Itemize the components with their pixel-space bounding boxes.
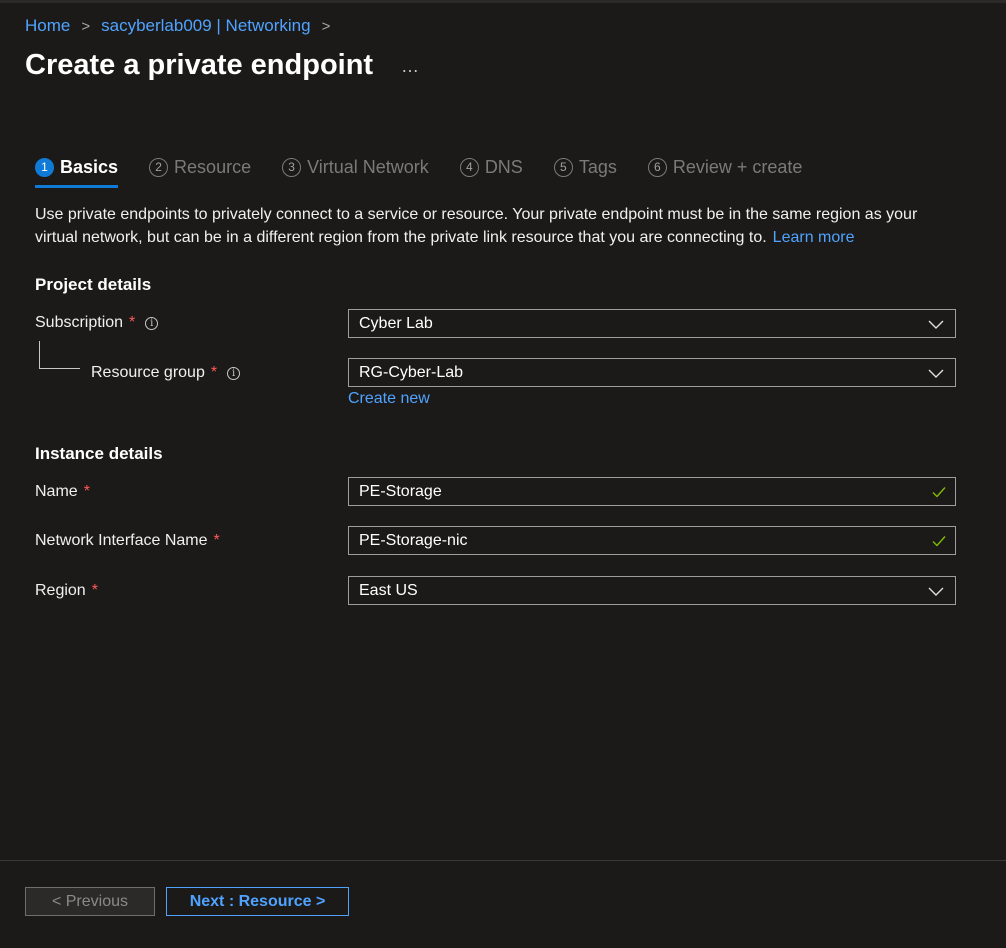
resource-group-label-text: Resource group — [91, 364, 205, 381]
network-interface-name-input[interactable]: PE-Storage-nic — [348, 526, 956, 555]
tab-basics[interactable]: 1 Basics — [35, 154, 119, 188]
previous-button[interactable]: < Previous — [25, 887, 155, 916]
region-label-text: Region — [35, 582, 86, 599]
step-number: 5 — [553, 157, 573, 177]
tab-label: Resource — [174, 156, 252, 177]
name-value: PE-Storage — [359, 482, 442, 500]
resource-group-dropdown[interactable]: RG-Cyber-Lab — [348, 358, 956, 387]
required-asterisk: * — [91, 582, 98, 599]
tab-label: Virtual Network — [307, 156, 429, 177]
required-asterisk: * — [210, 364, 218, 381]
name-label: Name * — [35, 483, 90, 501]
instance-details-heading: Instance details — [35, 444, 163, 463]
tab-label: Review + create — [672, 156, 803, 177]
step-number: 6 — [647, 157, 667, 177]
more-options-icon[interactable]: … — [401, 56, 420, 77]
top-divider — [0, 0, 1006, 3]
resource-group-value: RG-Cyber-Lab — [359, 363, 464, 381]
tab-dns[interactable]: 4 DNS — [459, 154, 523, 180]
subscription-value: Cyber Lab — [359, 314, 433, 332]
subscription-dropdown[interactable]: Cyber Lab — [348, 309, 956, 338]
project-details-heading: Project details — [35, 275, 152, 294]
nic-label: Network Interface Name * — [35, 532, 220, 550]
info-icon[interactable]: i — [145, 316, 159, 330]
info-icon[interactable]: i — [227, 366, 241, 380]
required-asterisk: * — [129, 314, 136, 331]
name-input[interactable]: PE-Storage — [348, 477, 956, 506]
region-value: East US — [359, 581, 418, 599]
breadcrumb-home[interactable]: Home — [25, 16, 70, 36]
nic-label-text: Network Interface Name — [35, 532, 208, 549]
breadcrumb: Home > sacyberlab009 | Networking > — [25, 16, 341, 36]
region-dropdown[interactable]: East US — [348, 576, 956, 605]
tab-resource[interactable]: 2 Resource — [149, 154, 251, 180]
tab-label: Tags — [578, 156, 617, 177]
tree-connector — [39, 341, 40, 368]
tab-tags[interactable]: 5 Tags — [553, 154, 617, 180]
step-number: 3 — [282, 157, 302, 177]
resource-group-label: Resource group * i — [91, 364, 241, 382]
step-number: 4 — [459, 157, 479, 177]
region-label: Region * — [35, 582, 98, 600]
tab-review-create[interactable]: 6 Review + create — [647, 154, 803, 180]
checkmark-icon — [932, 535, 946, 547]
chevron-down-icon — [928, 587, 944, 596]
create-new-link[interactable]: Create new — [348, 390, 430, 408]
step-number: 2 — [149, 157, 169, 177]
chevron-down-icon — [928, 369, 944, 378]
next-resource-button[interactable]: Next : Resource > — [166, 887, 349, 916]
nic-value: PE-Storage-nic — [359, 531, 468, 549]
tab-label: Basics — [60, 156, 119, 177]
breadcrumb-separator-icon: > — [81, 17, 91, 35]
subscription-label: Subscription * i — [35, 314, 159, 332]
step-number: 1 — [35, 157, 54, 177]
page-title: Create a private endpoint — [25, 49, 374, 81]
learn-more-link[interactable]: Learn more — [773, 229, 855, 246]
required-asterisk: * — [213, 532, 220, 549]
description: Use private endpoints to privately conne… — [35, 204, 945, 249]
tab-label: DNS — [484, 156, 523, 177]
checkmark-icon — [932, 486, 946, 498]
subscription-label-text: Subscription — [35, 314, 124, 331]
tree-connector — [39, 368, 80, 369]
required-asterisk: * — [83, 483, 90, 500]
tab-virtual-network[interactable]: 3 Virtual Network — [282, 154, 429, 180]
footer-divider — [0, 860, 1006, 861]
breadcrumb-separator-icon: > — [321, 17, 331, 35]
breadcrumb-networking[interactable]: sacyberlab009 | Networking — [101, 16, 310, 36]
wizard-tabs: 1 Basics 2 Resource 3 Virtual Network 4 … — [35, 154, 833, 188]
name-label-text: Name — [35, 483, 78, 500]
chevron-down-icon — [928, 320, 944, 329]
